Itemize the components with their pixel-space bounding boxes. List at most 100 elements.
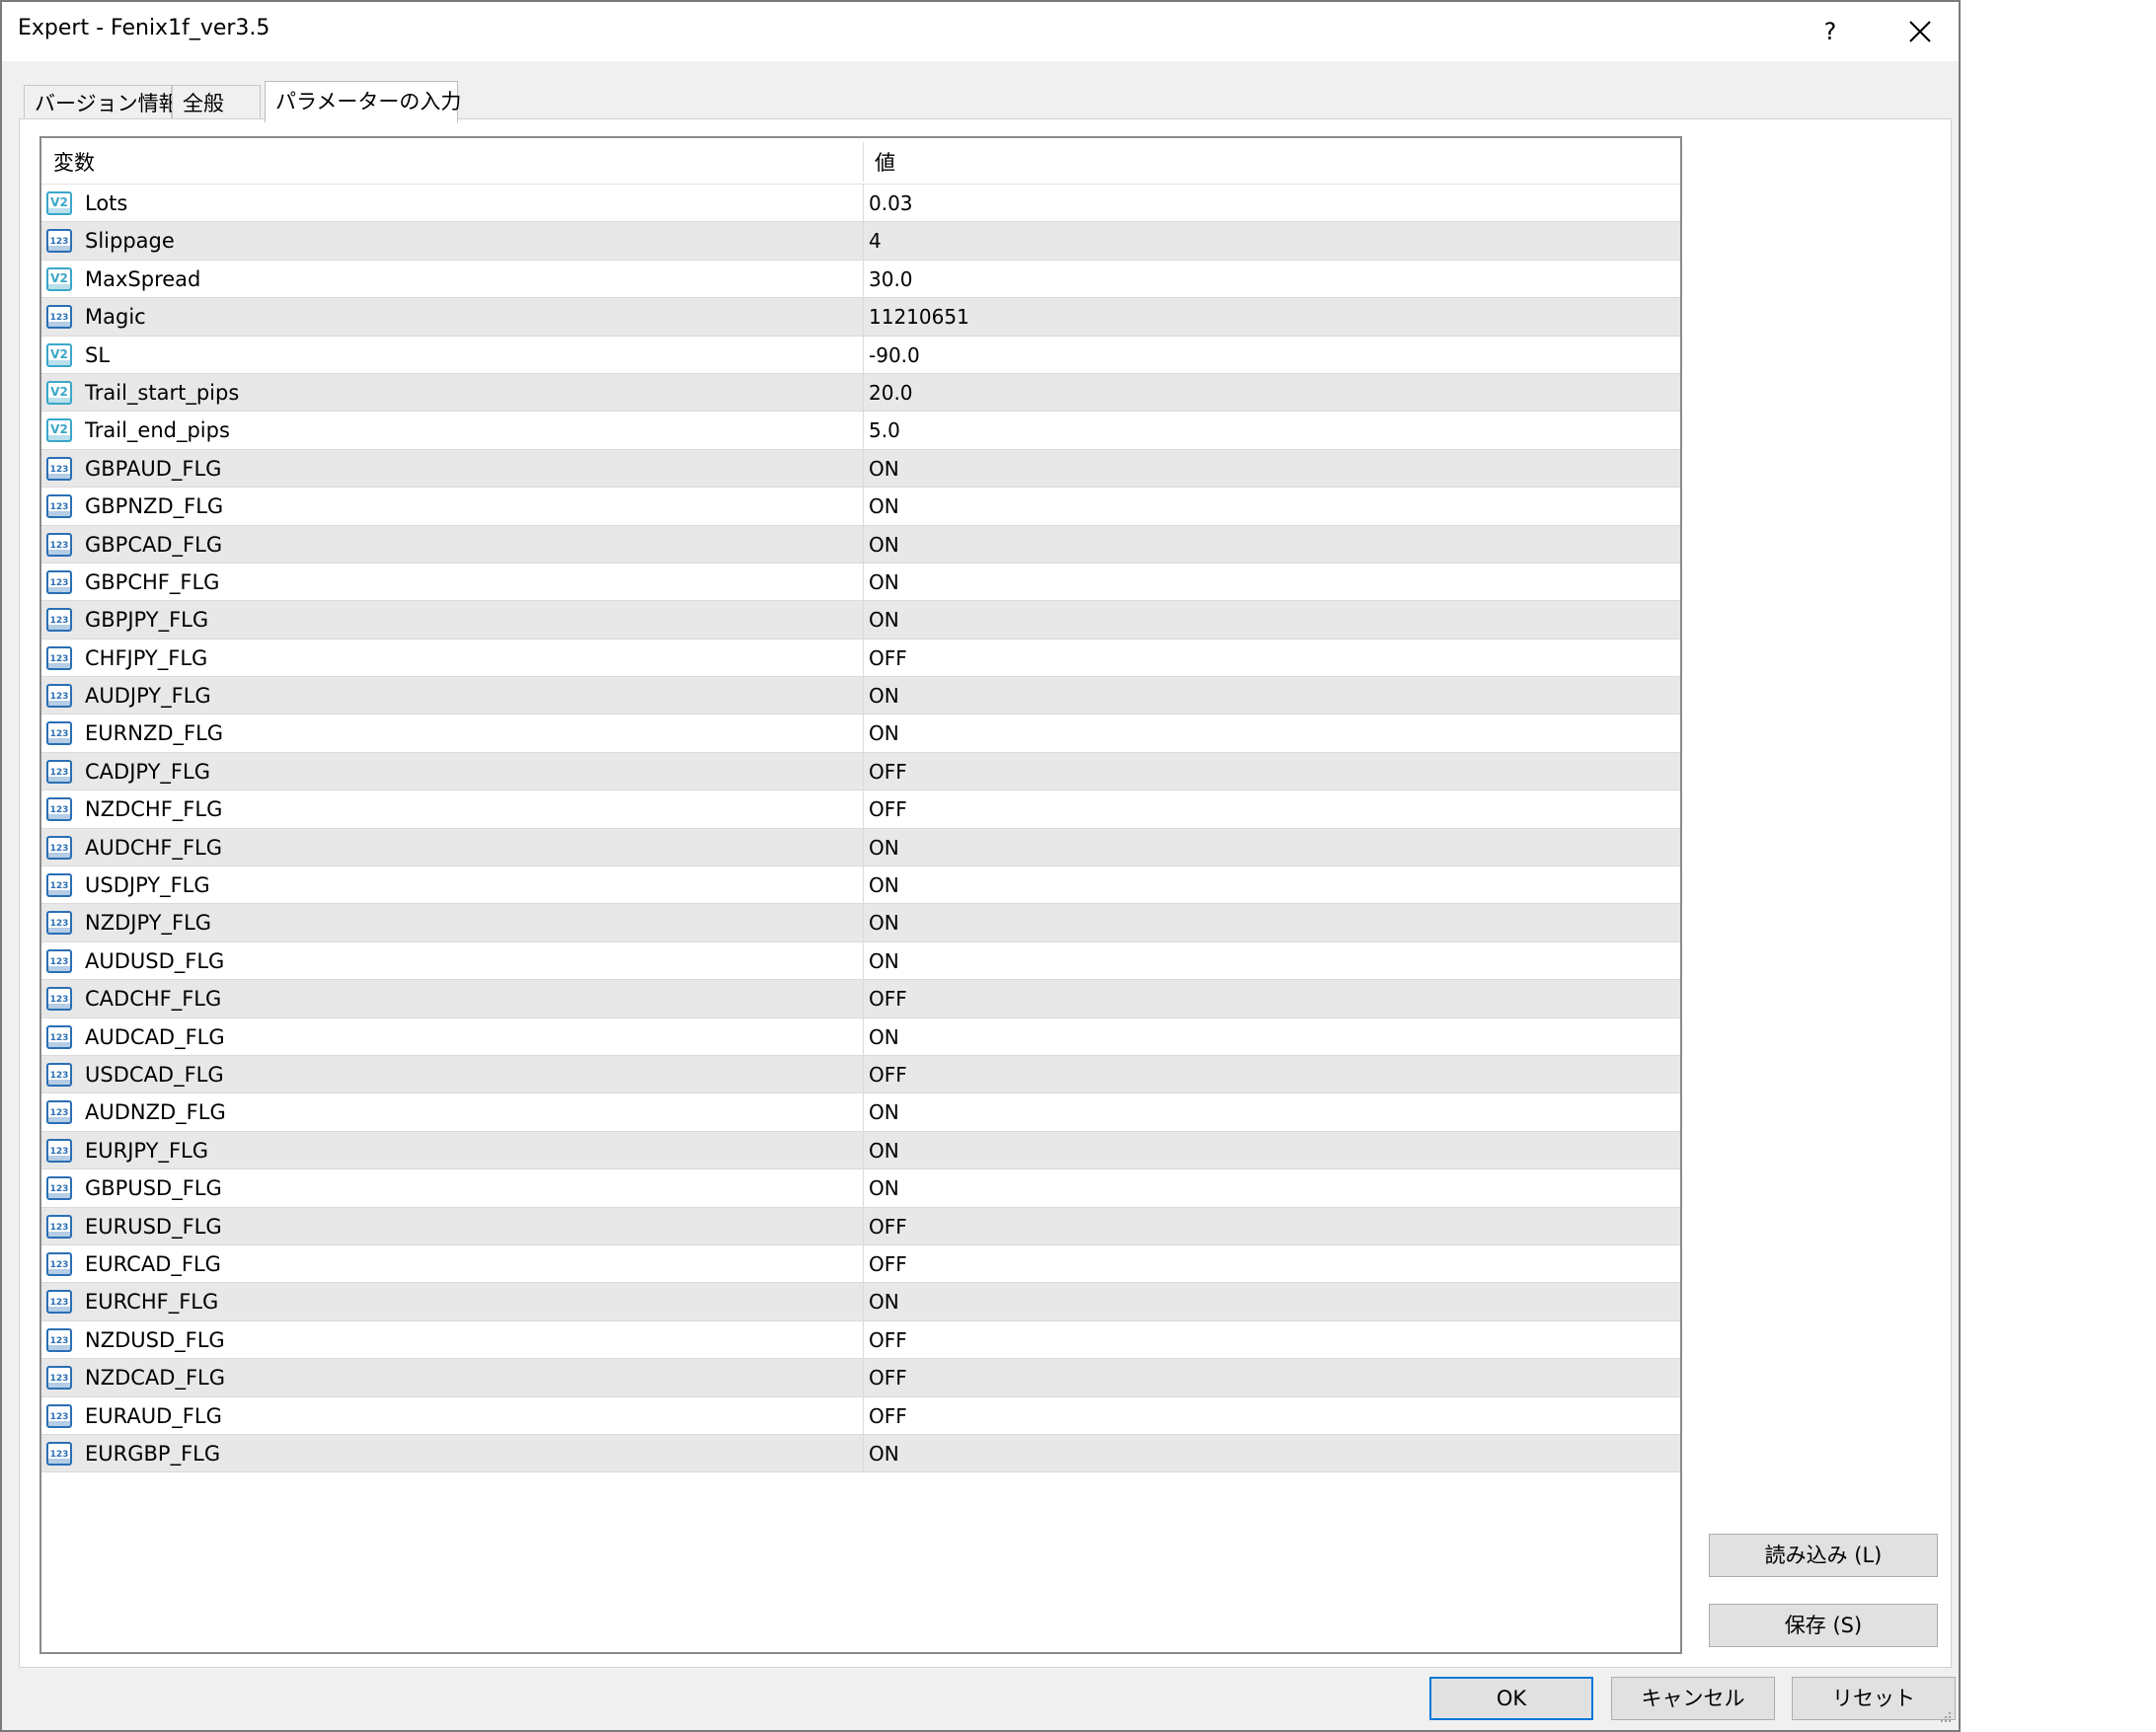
parameter-value[interactable]: ON bbox=[869, 526, 899, 564]
table-row[interactable]: V2 Trail_end_pips 5.0 bbox=[41, 412, 1680, 450]
table-row[interactable]: 123 EURCAD_FLG OFF bbox=[41, 1244, 1680, 1284]
cancel-button[interactable]: キャンセル bbox=[1611, 1677, 1775, 1720]
tab-general[interactable]: 全般 bbox=[172, 85, 261, 120]
table-row[interactable]: 123 GBPAUD_FLG ON bbox=[41, 449, 1680, 489]
reset-button[interactable]: リセット bbox=[1792, 1677, 1956, 1720]
parameter-value[interactable]: OFF bbox=[869, 753, 907, 791]
integer-value-icon: 123 bbox=[45, 645, 73, 671]
parameter-value[interactable]: OFF bbox=[869, 640, 907, 677]
table-row[interactable]: 123 EURNZD_FLG ON bbox=[41, 715, 1680, 753]
integer-value-icon: 123 bbox=[45, 1175, 73, 1201]
parameter-value[interactable]: 20.0 bbox=[869, 374, 913, 412]
parameter-value[interactable]: ON bbox=[869, 601, 899, 639]
close-button[interactable] bbox=[1891, 6, 1949, 57]
table-row[interactable]: 123 AUDJPY_FLG ON bbox=[41, 677, 1680, 715]
table-row[interactable]: V2 MaxSpread 30.0 bbox=[41, 260, 1680, 299]
table-row[interactable]: 123 GBPJPY_FLG ON bbox=[41, 601, 1680, 640]
table-row[interactable]: 123 CADJPY_FLG OFF bbox=[41, 752, 1680, 791]
parameter-value[interactable]: ON bbox=[869, 829, 899, 866]
svg-text:123: 123 bbox=[50, 1450, 69, 1460]
parameter-name: AUDNZD_FLG bbox=[85, 1100, 226, 1125]
parameter-value[interactable]: OFF bbox=[869, 1397, 907, 1435]
parameter-value[interactable]: ON bbox=[869, 904, 899, 941]
table-row[interactable]: 123 AUDCHF_FLG ON bbox=[41, 828, 1680, 867]
tab-input-parameters[interactable]: パラメーターの入力 bbox=[265, 81, 461, 122]
parameter-value[interactable]: ON bbox=[869, 450, 899, 488]
table-row[interactable]: 123 EURCHF_FLG ON bbox=[41, 1283, 1680, 1321]
parameter-value[interactable]: 0.03 bbox=[869, 185, 913, 222]
table-row[interactable]: V2 Trail_start_pips 20.0 bbox=[41, 373, 1680, 413]
column-header-value[interactable]: 値 bbox=[875, 138, 895, 184]
parameter-value[interactable]: OFF bbox=[869, 1359, 907, 1396]
table-row[interactable]: 123 NZDUSD_FLG OFF bbox=[41, 1320, 1680, 1360]
svg-text:123: 123 bbox=[50, 313, 69, 323]
svg-text:123: 123 bbox=[50, 654, 69, 664]
table-row[interactable]: 123 EURUSD_FLG OFF bbox=[41, 1207, 1680, 1245]
table-row[interactable]: V2 SL -90.0 bbox=[41, 336, 1680, 374]
table-row[interactable]: 123 NZDCAD_FLG OFF bbox=[41, 1359, 1680, 1397]
parameter-value[interactable]: ON bbox=[869, 942, 899, 980]
table-row[interactable]: 123 USDCAD_FLG OFF bbox=[41, 1055, 1680, 1094]
table-row[interactable]: 123 Slippage 4 bbox=[41, 222, 1680, 261]
integer-value-icon: 123 bbox=[45, 1214, 73, 1240]
parameter-value[interactable]: 4 bbox=[869, 222, 882, 260]
parameter-value[interactable]: 5.0 bbox=[869, 412, 900, 449]
parameter-value[interactable]: ON bbox=[869, 1283, 899, 1320]
parameter-value[interactable]: 30.0 bbox=[869, 261, 913, 298]
parameter-value[interactable]: ON bbox=[869, 866, 899, 904]
table-row[interactable]: 123 Magic 11210651 bbox=[41, 298, 1680, 337]
svg-text:123: 123 bbox=[50, 1374, 69, 1384]
parameter-name: SL bbox=[85, 342, 111, 367]
integer-value-icon: 123 bbox=[45, 1024, 73, 1050]
table-row[interactable]: 123 CADCHF_FLG OFF bbox=[41, 980, 1680, 1018]
help-button[interactable]: ? bbox=[1809, 10, 1852, 53]
table-row[interactable]: 123 EURGBP_FLG ON bbox=[41, 1434, 1680, 1473]
parameter-name: GBPUSD_FLG bbox=[85, 1176, 222, 1201]
cell-divider bbox=[863, 260, 864, 298]
integer-value-icon: 123 bbox=[45, 759, 73, 785]
table-row[interactable]: 123 GBPUSD_FLG ON bbox=[41, 1169, 1680, 1208]
table-row[interactable]: V2 Lots 0.03 bbox=[41, 185, 1680, 223]
integer-value-icon: 123 bbox=[45, 607, 73, 633]
table-row[interactable]: 123 EURJPY_FLG ON bbox=[41, 1131, 1680, 1170]
tab-version-info[interactable]: バージョン情報 bbox=[24, 85, 180, 120]
resize-grip-icon[interactable] bbox=[1937, 1708, 1953, 1724]
parameter-value[interactable]: OFF bbox=[869, 1245, 907, 1283]
table-row[interactable]: 123 CHFJPY_FLG OFF bbox=[41, 639, 1680, 678]
table-row[interactable]: 123 GBPCAD_FLG ON bbox=[41, 525, 1680, 564]
save-button[interactable]: 保存 (S) bbox=[1709, 1604, 1938, 1647]
parameter-value[interactable]: ON bbox=[869, 1169, 899, 1207]
load-button[interactable]: 読み込み (L) bbox=[1709, 1534, 1938, 1577]
parameter-value[interactable]: ON bbox=[869, 1132, 899, 1169]
cell-divider bbox=[863, 449, 864, 488]
column-header-variable[interactable]: 変数 bbox=[53, 138, 95, 184]
table-row[interactable]: 123 AUDCAD_FLG ON bbox=[41, 1017, 1680, 1056]
parameter-name: NZDJPY_FLG bbox=[85, 911, 212, 936]
table-row[interactable]: 123 GBPNZD_FLG ON bbox=[41, 488, 1680, 526]
table-row[interactable]: 123 NZDJPY_FLG ON bbox=[41, 904, 1680, 942]
parameter-value[interactable]: ON bbox=[869, 677, 899, 715]
parameter-value[interactable]: ON bbox=[869, 715, 899, 752]
parameter-value[interactable]: ON bbox=[869, 564, 899, 601]
table-row[interactable]: 123 AUDNZD_FLG ON bbox=[41, 1093, 1680, 1132]
ok-button[interactable]: OK bbox=[1429, 1677, 1593, 1720]
parameter-name: EURCHF_FLG bbox=[85, 1290, 219, 1315]
parameter-value[interactable]: ON bbox=[869, 1435, 899, 1472]
table-row[interactable]: 123 USDJPY_FLG ON bbox=[41, 866, 1680, 905]
parameter-value[interactable]: OFF bbox=[869, 1056, 907, 1093]
table-row[interactable]: 123 GBPCHF_FLG ON bbox=[41, 563, 1680, 602]
parameter-value[interactable]: ON bbox=[869, 1093, 899, 1131]
parameter-value[interactable]: ON bbox=[869, 1018, 899, 1056]
parameter-value[interactable]: -90.0 bbox=[869, 337, 920, 374]
window-title: Expert - Fenix1f_ver3.5 bbox=[18, 16, 270, 40]
column-divider[interactable] bbox=[863, 142, 864, 182]
parameter-value[interactable]: OFF bbox=[869, 791, 907, 828]
parameter-value[interactable]: 11210651 bbox=[869, 298, 969, 336]
table-row[interactable]: 123 AUDUSD_FLG ON bbox=[41, 941, 1680, 981]
table-row[interactable]: 123 EURAUD_FLG OFF bbox=[41, 1396, 1680, 1435]
parameter-value[interactable]: OFF bbox=[869, 1208, 907, 1245]
parameter-value[interactable]: OFF bbox=[869, 1321, 907, 1359]
table-row[interactable]: 123 NZDCHF_FLG OFF bbox=[41, 791, 1680, 829]
parameter-value[interactable]: OFF bbox=[869, 980, 907, 1017]
parameter-value[interactable]: ON bbox=[869, 488, 899, 525]
